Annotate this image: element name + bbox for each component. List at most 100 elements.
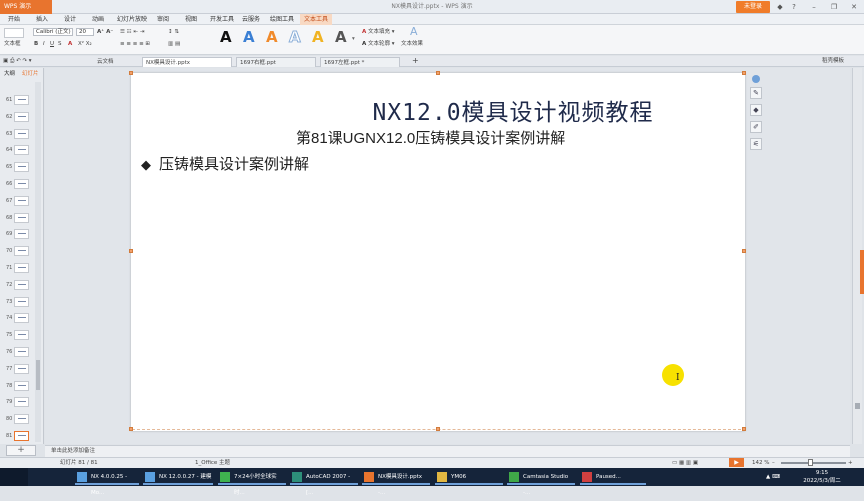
slide-thumbnail[interactable]: 76 (0, 345, 34, 362)
tab-cloud[interactable]: 云服务 (238, 14, 264, 25)
slide-thumb-image[interactable] (14, 179, 29, 189)
edit-icon[interactable]: ✐ (750, 121, 762, 133)
wand-icon[interactable]: ⚟ (750, 138, 762, 150)
resize-handle-bl[interactable] (129, 427, 133, 431)
text-style-orange[interactable]: A (266, 28, 278, 46)
taskbar-item[interactable]: AutoCAD 2007 - [... (290, 469, 358, 496)
text-effect-icon[interactable]: A (410, 26, 418, 38)
slide-thumb-image[interactable] (14, 380, 29, 391)
slide-thumb-image[interactable] (14, 431, 29, 441)
slide-thumbnail[interactable]: 64 (0, 143, 34, 160)
taskbar-item[interactable]: NX 12.0.0.27 - 建模 (143, 469, 213, 485)
tray-icons[interactable]: ▲ ⌨ (766, 473, 780, 481)
close-button[interactable]: ✕ (848, 0, 860, 14)
slide-thumb-image[interactable] (14, 162, 29, 173)
resize-handle-r[interactable] (742, 249, 746, 253)
side-panel-tab[interactable] (860, 250, 864, 294)
tab-drawing-tools[interactable]: 绘图工具 (266, 14, 298, 25)
slide-thumbnail[interactable]: 80 (0, 412, 34, 429)
slide-thumbnail[interactable]: 68 (0, 211, 34, 228)
resize-handle-tl[interactable] (129, 71, 133, 75)
maximize-button[interactable]: ❐ (828, 0, 840, 14)
login-button[interactable]: 未登录 (736, 1, 770, 13)
thumbnail-scrollbar[interactable] (35, 82, 41, 442)
slide-thumbnail[interactable]: 81 (0, 429, 34, 446)
text-layout-label[interactable]: 文本框 (4, 40, 21, 48)
slide-thumbnail[interactable]: 69 (0, 227, 34, 244)
resize-handle-tr[interactable] (742, 71, 746, 75)
slide-thumb-image[interactable] (14, 414, 29, 425)
slide-thumbnail[interactable]: 78 (0, 379, 34, 396)
collapse-icon[interactable] (752, 75, 760, 83)
slide-thumb-image[interactable] (14, 145, 29, 156)
taskbar-item[interactable]: 7×24小时全球实时... (218, 469, 286, 496)
slide-thumbnail[interactable]: 66 (0, 177, 34, 194)
doc-tab-left-frame[interactable]: 1697左框.ppt * (320, 57, 400, 67)
italic-button[interactable]: I (43, 40, 45, 48)
slide-thumb-image[interactable] (14, 330, 29, 341)
taskbar-item[interactable]: Camtasia Studio -... (507, 469, 575, 496)
slide-bullet[interactable]: ◆ 压铸模具设计案例讲解 (141, 153, 309, 174)
taskbar-item[interactable]: Paused... (580, 469, 646, 485)
resize-handle-br[interactable] (742, 427, 746, 431)
slide-thumb-image[interactable] (14, 363, 29, 374)
doc-tab-nx[interactable]: NX模具设计.pptx (142, 57, 232, 67)
tab-developer[interactable]: 开发工具 (206, 14, 238, 25)
current-slide[interactable]: NX12.0模具设计视频教程 第81课UGNX12.0压铸模具设计案例讲解 ◆ 压… (131, 73, 745, 431)
bullet-list-icon[interactable]: ☰ ☷ ⇤ ⇥ (120, 28, 144, 36)
resize-handle-l[interactable] (129, 249, 133, 253)
underline-button[interactable]: U (50, 40, 54, 48)
slide-thumb-image[interactable] (14, 263, 29, 273)
skin-icon[interactable]: ◆ (774, 0, 786, 14)
cloud-docs-tab[interactable]: 云文档 (94, 57, 134, 67)
new-tab-button[interactable]: + (412, 57, 419, 65)
tab-review[interactable]: 审阅 (153, 14, 173, 25)
slide-thumbnail[interactable]: 67 (0, 194, 34, 211)
slide-thumb-image[interactable] (14, 95, 29, 105)
slide-thumbnail[interactable]: 61 (0, 93, 34, 110)
superscript-icon[interactable]: X² X₂ (78, 40, 92, 48)
template-button[interactable]: 稻壳模板 (822, 57, 844, 65)
text-style-blue[interactable]: A (243, 28, 255, 46)
align-icons[interactable]: ≡ ≡ ≡ ≡ ⊞ (120, 40, 150, 48)
slide-title[interactable]: NX12.0模具设计视频教程 (131, 93, 745, 127)
font-name-select[interactable]: Calibri (正文) (33, 28, 73, 36)
tab-design[interactable]: 设计 (60, 14, 80, 25)
slide-thumbnail[interactable]: 70 (0, 244, 34, 261)
slide-thumbnail[interactable]: 74 (0, 311, 34, 328)
slide-thumbnail[interactable]: 62 (0, 110, 34, 127)
text-style-gold[interactable]: A (312, 28, 324, 46)
fill-icon[interactable]: ◆ (750, 104, 762, 116)
text-style-gray[interactable]: A (335, 28, 347, 46)
slide-thumb-image[interactable] (14, 229, 29, 240)
help-icon[interactable]: ? (788, 0, 800, 14)
text-style-outline[interactable]: A (289, 28, 302, 47)
slide-thumbnail[interactable]: 65 (0, 160, 34, 177)
workspace-scroll-thumb[interactable] (855, 403, 860, 409)
taskbar-item[interactable]: YM06 (435, 469, 503, 485)
slide-thumbnail[interactable]: 71 (0, 261, 34, 278)
slide-thumbnail[interactable]: 75 (0, 328, 34, 345)
tab-insert[interactable]: 插入 (32, 14, 52, 25)
slide-thumbnail[interactable]: 79 (0, 395, 34, 412)
resize-handle-t[interactable] (436, 71, 440, 75)
slide-thumb-image[interactable] (14, 212, 29, 223)
add-slide-button[interactable]: + (6, 445, 36, 456)
text-fill-button[interactable]: A 文本填充 ▾ (362, 28, 395, 36)
style-more-icon[interactable]: ▾ (352, 35, 355, 43)
play-slideshow-button[interactable]: ▶ (729, 458, 744, 467)
tab-view[interactable]: 视图 (181, 14, 201, 25)
outline-tab[interactable]: 大纲 (4, 68, 15, 80)
text-box-icon[interactable] (4, 28, 24, 38)
font-color-button[interactable]: A (68, 40, 72, 48)
slide-thumb-image[interactable] (14, 397, 29, 408)
zoom-slider[interactable] (781, 462, 846, 464)
taskbar-item[interactable]: NX模具设计.pptx -... (362, 469, 430, 496)
slide-thumb-image[interactable] (14, 246, 29, 257)
slide-thumbnail[interactable]: 73 (0, 295, 34, 312)
zoom-slider-knob[interactable] (808, 459, 814, 466)
text-style-black[interactable]: A (220, 28, 232, 46)
tab-home[interactable]: 开始 (4, 14, 24, 25)
slide-thumbnail[interactable]: 77 (0, 362, 34, 379)
text-outline-button[interactable]: A 文本轮廓 ▾ (362, 40, 395, 48)
